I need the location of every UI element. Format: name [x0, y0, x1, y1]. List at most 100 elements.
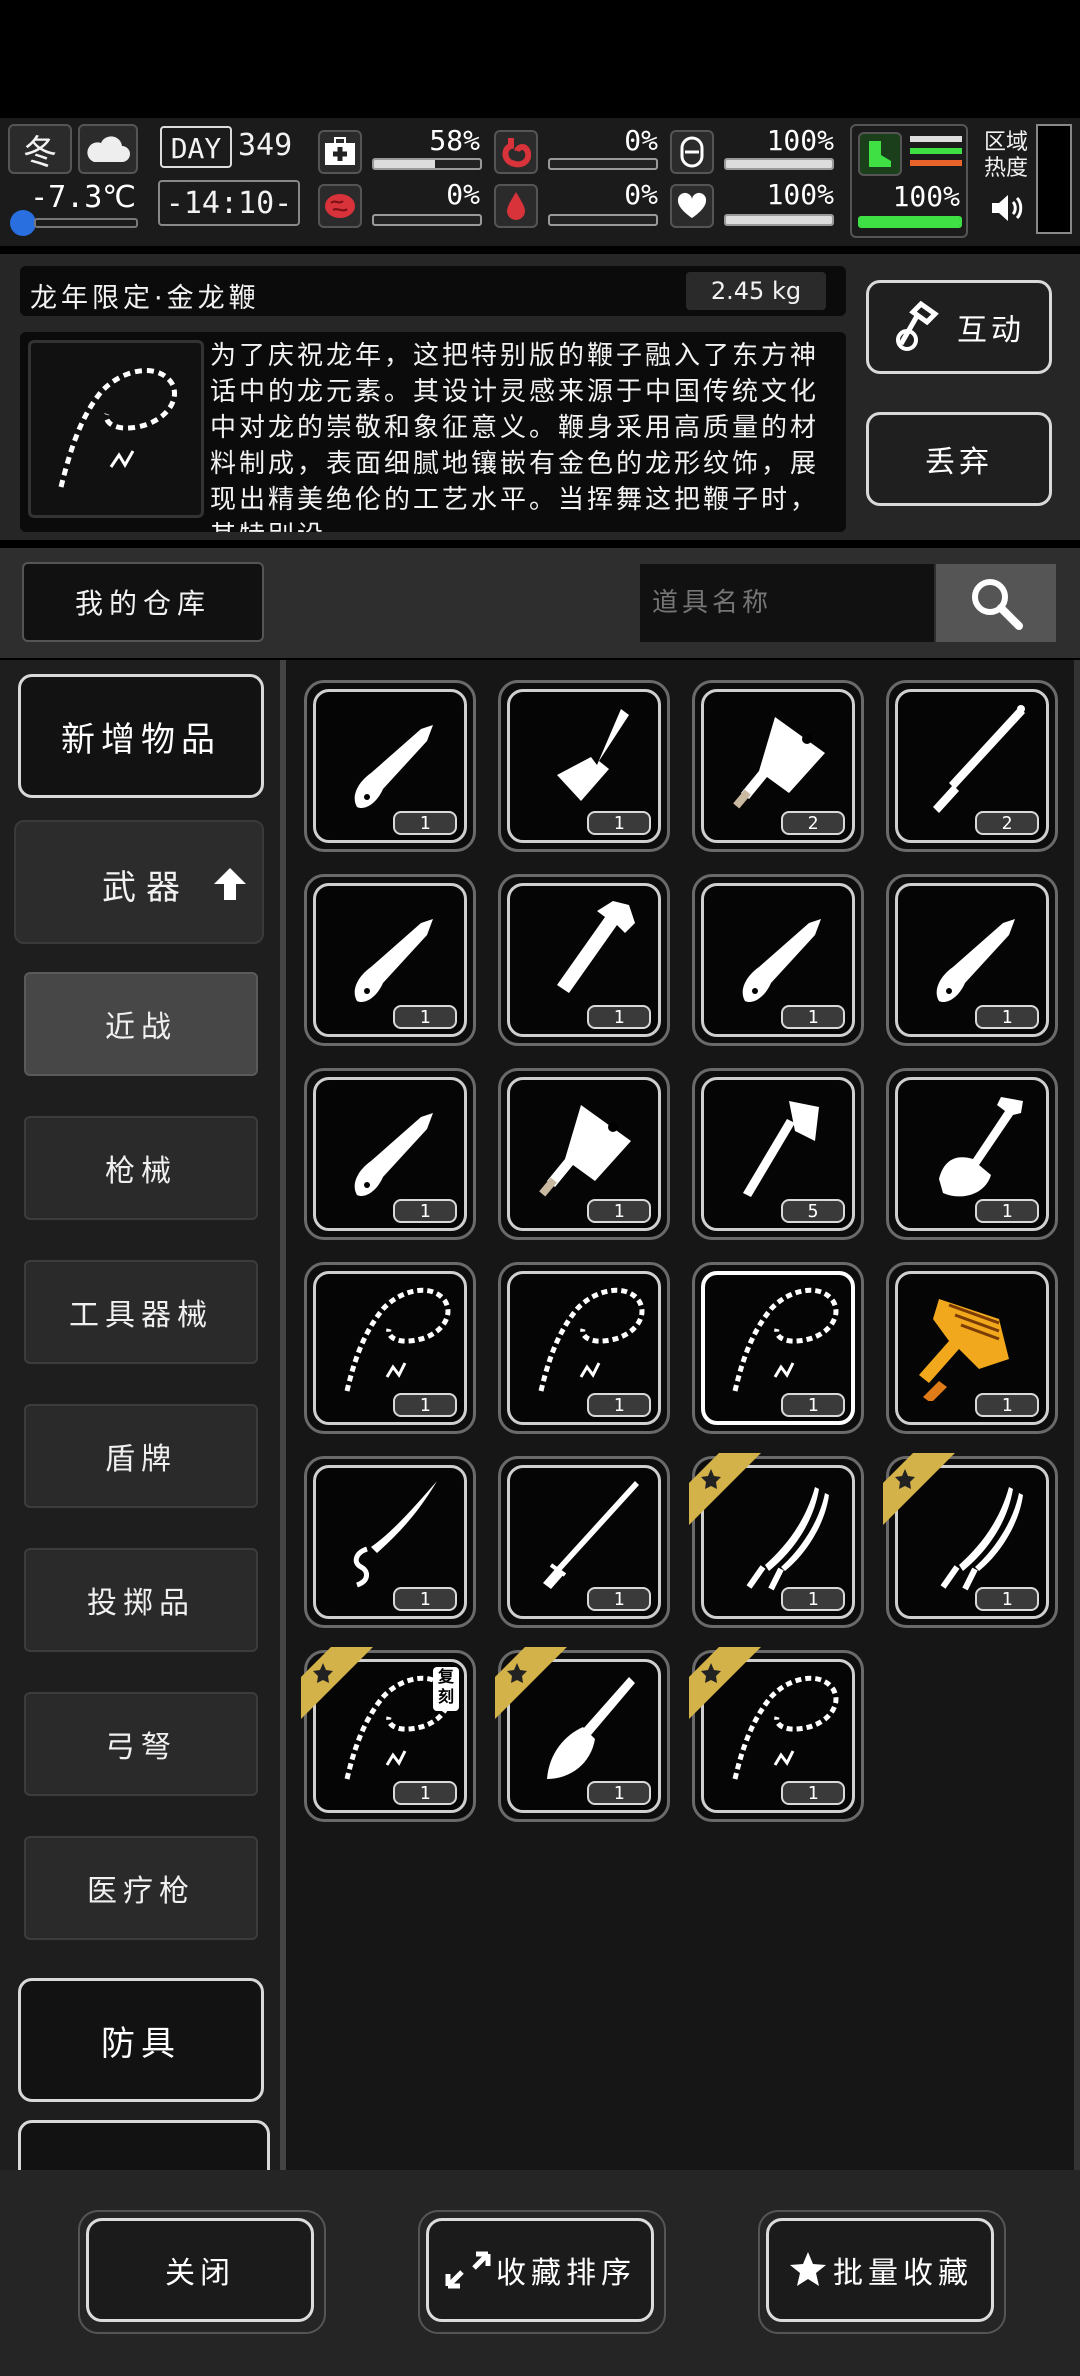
discard-label: 丢弃: [925, 445, 993, 480]
mood-bar: [724, 214, 834, 226]
dragon-whip-icon: [538, 1287, 645, 1392]
inventory-slot[interactable]: 1: [304, 1456, 476, 1628]
axe-icon: [743, 1101, 819, 1197]
subcategory-2[interactable]: 工具器械: [24, 1260, 258, 1364]
inventory-slot[interactable]: 1: [689, 1647, 864, 1822]
dragon-blade-icon: [353, 1481, 437, 1588]
inventory-slot[interactable]: 1: [692, 874, 864, 1046]
subcategory-5[interactable]: 弓弩: [24, 1692, 258, 1796]
speaker-icon[interactable]: [988, 190, 1024, 226]
thirst-percent: 0%: [624, 178, 658, 211]
item-count: 1: [781, 1587, 845, 1611]
new-items-button[interactable]: 新增物品: [18, 674, 264, 798]
item-count: 1: [975, 1005, 1039, 1029]
cleaver-icon: [733, 717, 825, 809]
inventory-slot[interactable]: 1: [304, 680, 476, 852]
item-count: 1: [587, 1199, 651, 1223]
grid-scrollbar[interactable]: [1074, 660, 1080, 2170]
favorite-star-icon: [495, 1647, 567, 1719]
inventory-slot[interactable]: 1: [304, 1262, 476, 1434]
item-count: 1: [393, 1199, 457, 1223]
discard-button[interactable]: 丢弃: [866, 412, 1052, 506]
subcategory-0[interactable]: 近战: [24, 972, 258, 1076]
favorite-star-icon: [883, 1453, 955, 1525]
item-count: 1: [975, 1393, 1039, 1417]
item-count: 1: [393, 811, 457, 835]
weapons-label: 武器: [102, 868, 190, 908]
inventory-slot[interactable]: 1: [304, 1068, 476, 1240]
subcategory-3[interactable]: 盾牌: [24, 1404, 258, 1508]
season-label: 冬: [23, 132, 57, 173]
hunger-percent: 0%: [624, 124, 658, 157]
inventory-slot[interactable]: 1: [498, 874, 670, 1046]
batch-favorite-button[interactable]: 批量收藏: [766, 2218, 994, 2322]
inventory-slot[interactable]: 1: [498, 1456, 670, 1628]
warehouse-title: 我的仓库: [22, 562, 264, 642]
search-button[interactable]: [936, 564, 1056, 642]
subcategory-4[interactable]: 投掷品: [24, 1548, 258, 1652]
stamina-percent: 100%: [766, 124, 834, 157]
inventory-slot[interactable]: 1: [498, 1262, 670, 1434]
item-count: 1: [975, 1587, 1039, 1611]
inventory-slot[interactable]: 1: [886, 1068, 1058, 1240]
subcategory-6[interactable]: 医疗枪: [24, 1836, 258, 1940]
dragon-whip-icon: [732, 1287, 839, 1392]
inventory-slot[interactable]: 复刻 1: [301, 1647, 476, 1822]
interact-button[interactable]: 互动: [866, 280, 1052, 374]
inventory-slot[interactable]: 1: [886, 874, 1058, 1046]
knife-icon: [936, 919, 1015, 1003]
favorite-star-icon: [689, 1453, 761, 1525]
item-count: 2: [781, 811, 845, 835]
weapons-button[interactable]: 武器: [14, 820, 264, 944]
cleaver-icon: [539, 1105, 631, 1197]
category-sidebar: 新增物品 武器 近战枪械工具器械盾牌投掷品弓弩医疗枪 防具: [0, 660, 280, 2170]
inventory-slot[interactable]: 1: [498, 1068, 670, 1240]
katana-icon: [543, 1481, 639, 1589]
thirst-bar: [548, 214, 658, 226]
stomach-icon: [494, 130, 538, 174]
warehouse-header: 我的仓库: [0, 548, 1080, 658]
item-count: 1: [587, 811, 651, 835]
item-name: 龙年限定·金龙鞭: [30, 283, 260, 314]
subcategory-1[interactable]: 枪械: [24, 1116, 258, 1220]
item-weight: 2.45 kg: [686, 272, 826, 310]
hunger-bar: [548, 158, 658, 170]
item-description-box: 为了庆祝龙年，这把特别版的鞭子融入了东方神话中的龙元素。其设计灵感来源于中国传统…: [20, 332, 846, 532]
speed-line-2: [910, 148, 962, 154]
inventory-slot[interactable]: 1: [689, 1453, 864, 1628]
favorite-star-icon: [301, 1647, 373, 1719]
inventory-slot[interactable]: 1: [692, 1262, 864, 1434]
item-count: 1: [393, 1005, 457, 1029]
temperature-readout: -7.3℃: [30, 180, 136, 215]
next-category-button[interactable]: [18, 2120, 270, 2170]
day-label: DAY: [160, 126, 232, 168]
item-name-box: 龙年限定·金龙鞭 2.45 kg: [20, 266, 846, 316]
close-button[interactable]: 关闭: [86, 2218, 314, 2322]
inventory-slot[interactable]: 2: [692, 680, 864, 852]
zone-heat-meter: [1036, 124, 1072, 234]
mood-percent: 100%: [766, 178, 834, 211]
inventory-slot[interactable]: 2: [886, 680, 1058, 852]
search-icon: [972, 579, 1023, 630]
inventory-slot[interactable]: 1: [495, 1647, 670, 1822]
item-grid: 1 1 2 2 1 1 1 1 1 1 5 1 1 1 1 1 1 1 1 1 复刻 1 1 1: [286, 660, 1076, 2170]
item-search-input[interactable]: [640, 564, 934, 642]
armor-button[interactable]: 防具: [18, 1978, 264, 2102]
stamina-bar: [724, 158, 834, 170]
sort-favorites-button[interactable]: 收藏排序: [426, 2218, 654, 2322]
hand-tool-icon: [896, 300, 939, 351]
speed-line-3: [910, 160, 962, 166]
season-badge: 冬: [8, 124, 72, 174]
inventory-slot[interactable]: 5: [692, 1068, 864, 1240]
item-detail-panel: 龙年限定·金龙鞭 2.45 kg 为了庆祝龙年，这把特别版的鞭子融入了东方神话中…: [0, 254, 1080, 540]
inventory-slot[interactable]: 1: [304, 874, 476, 1046]
inventory-slot[interactable]: 1: [883, 1453, 1058, 1628]
knife-icon: [742, 919, 821, 1003]
move-bar: [858, 216, 962, 228]
inventory-slot[interactable]: 1: [886, 1262, 1058, 1434]
item-description: 为了庆祝龙年，这把特别版的鞭子融入了东方神话中的龙元素。其设计灵感来源于中国传统…: [210, 341, 820, 532]
knife-icon: [354, 725, 433, 809]
inventory-slot[interactable]: 1: [498, 680, 670, 852]
item-count: 1: [781, 1781, 845, 1805]
health-bar: [372, 158, 482, 170]
